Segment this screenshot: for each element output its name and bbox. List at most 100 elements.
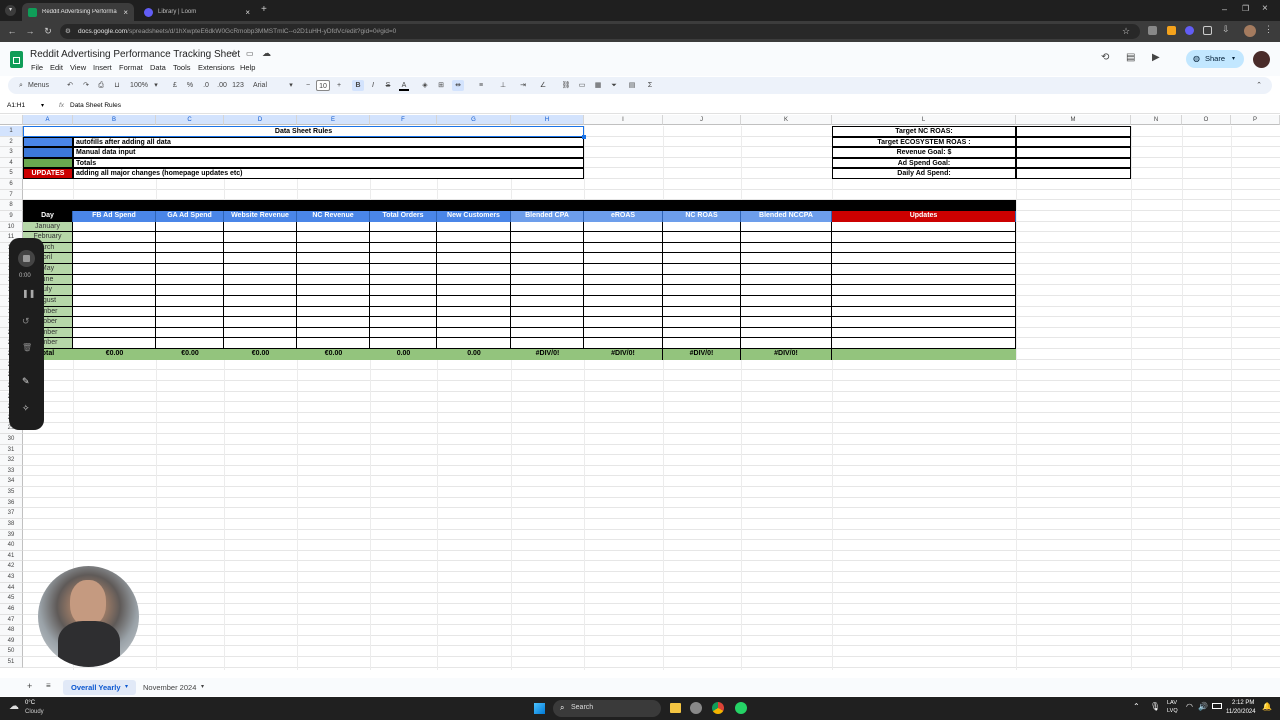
row-header-10[interactable]: 10: [0, 221, 23, 233]
month-cell[interactable]: January: [23, 221, 73, 233]
column-header-n[interactable]: N: [1131, 115, 1182, 125]
insert-comment-icon[interactable]: ▭: [577, 80, 587, 91]
insert-link-icon[interactable]: ⛓: [561, 80, 571, 91]
data-cell[interactable]: [511, 338, 584, 349]
chevron-down-icon[interactable]: ▾: [125, 683, 128, 690]
row-header-42[interactable]: 42: [0, 561, 23, 573]
data-cell[interactable]: [741, 274, 832, 286]
browser-menu-icon[interactable]: ▾: [5, 5, 16, 16]
back-icon[interactable]: ←: [6, 25, 18, 37]
filter-views-icon[interactable]: ▤: [625, 80, 639, 91]
data-cell[interactable]: [741, 285, 832, 296]
data-cell[interactable]: [584, 338, 663, 349]
new-tab-icon[interactable]: +: [261, 4, 267, 15]
data-cell[interactable]: [832, 285, 1016, 296]
filter-icon[interactable]: ⏷: [609, 80, 619, 91]
data-cell[interactable]: [156, 306, 224, 318]
data-cell[interactable]: [370, 274, 437, 286]
column-header-j[interactable]: J: [663, 115, 741, 125]
target-label[interactable]: Daily Ad Spend:: [832, 168, 1016, 180]
data-cell[interactable]: [663, 285, 741, 296]
column-header-e[interactable]: E: [297, 115, 370, 125]
data-cell[interactable]: [437, 306, 511, 318]
table-header-5[interactable]: Total Orders: [370, 210, 437, 222]
data-cell[interactable]: [437, 285, 511, 296]
data-cell[interactable]: [224, 253, 297, 265]
stop-recording-button[interactable]: [18, 250, 35, 267]
data-cell[interactable]: [370, 242, 437, 254]
data-cell[interactable]: [437, 232, 511, 243]
column-header-d[interactable]: D: [224, 115, 297, 125]
row-header-5[interactable]: 5: [0, 168, 23, 180]
data-cell[interactable]: [584, 264, 663, 275]
chevron-down-icon[interactable]: ▾: [152, 80, 160, 91]
percent-format-button[interactable]: %: [185, 80, 195, 91]
data-cell[interactable]: [584, 306, 663, 318]
totals-cell[interactable]: [832, 349, 1016, 360]
data-cell[interactable]: [437, 317, 511, 328]
target-label[interactable]: Revenue Goal: $: [832, 147, 1016, 158]
totals-cell[interactable]: €0.00: [224, 349, 297, 360]
table-header-9[interactable]: NC ROAS: [663, 210, 741, 222]
data-cell[interactable]: [370, 317, 437, 328]
data-cell[interactable]: [832, 295, 1016, 307]
data-cell[interactable]: [741, 242, 832, 254]
sheet-grid[interactable]: ABCDEFGHIJKLMNOP 12345678910111213141516…: [0, 114, 1280, 670]
sheet-tab-november-2024[interactable]: November 2024 ▾: [138, 680, 210, 695]
data-cell[interactable]: [832, 327, 1016, 339]
text-color-button[interactable]: A: [399, 80, 409, 91]
data-cell[interactable]: [832, 253, 1016, 265]
data-cell[interactable]: [224, 232, 297, 243]
rules-description[interactable]: Totals: [73, 157, 584, 169]
borders-icon[interactable]: ⊞: [436, 80, 446, 91]
data-cell[interactable]: [370, 338, 437, 349]
totals-cell[interactable]: €0.00: [73, 349, 156, 360]
column-header-i[interactable]: I: [584, 115, 663, 125]
data-cell[interactable]: [370, 253, 437, 265]
add-sheet-icon[interactable]: +: [27, 681, 32, 691]
star-icon[interactable]: ☆: [230, 48, 238, 59]
decrease-font-size-icon[interactable]: −: [304, 80, 312, 91]
version-history-icon[interactable]: ⟲: [1101, 52, 1109, 63]
search-menus-icon[interactable]: ⌕: [16, 80, 26, 91]
row-header-46[interactable]: 46: [0, 603, 23, 615]
totals-cell[interactable]: #DIV/0!: [511, 349, 584, 360]
decrease-decimal-button[interactable]: .0: [200, 80, 212, 91]
data-cell[interactable]: [224, 317, 297, 328]
data-cell[interactable]: [156, 295, 224, 307]
column-header-m[interactable]: M: [1016, 115, 1131, 125]
data-cell[interactable]: [156, 327, 224, 339]
column-header-p[interactable]: P: [1231, 115, 1280, 125]
row-header-35[interactable]: 35: [0, 487, 23, 498]
document-title[interactable]: Reddit Advertising Performance Tracking …: [30, 49, 240, 60]
sheets-logo-icon[interactable]: [10, 51, 23, 68]
totals-cell[interactable]: #DIV/0!: [584, 349, 663, 360]
lang-top[interactable]: LAV: [1167, 700, 1177, 706]
rules-color-swatch[interactable]: [23, 147, 73, 158]
row-header-36[interactable]: 36: [0, 497, 23, 509]
data-cell[interactable]: [73, 306, 156, 318]
menu-view[interactable]: View: [70, 63, 86, 72]
menu-tools[interactable]: Tools: [173, 63, 191, 72]
data-cell[interactable]: [511, 285, 584, 296]
tab-reddit-sheet[interactable]: Reddit Advertising Performance ×: [22, 3, 134, 21]
column-header-f[interactable]: F: [370, 115, 437, 125]
data-cell[interactable]: [437, 253, 511, 265]
trash-icon[interactable]: 🗑: [22, 343, 32, 352]
profile-avatar[interactable]: [1244, 25, 1256, 37]
data-cell[interactable]: [741, 264, 832, 275]
close-window-icon[interactable]: ×: [1262, 3, 1268, 14]
data-cell[interactable]: [832, 317, 1016, 328]
share-button[interactable]: ◍ Share ▾: [1186, 50, 1244, 68]
horizontal-align-icon[interactable]: ≡: [476, 80, 486, 91]
column-header-l[interactable]: L: [832, 115, 1016, 125]
chevron-down-icon[interactable]: ▾: [201, 683, 204, 690]
data-cell[interactable]: [297, 264, 370, 275]
name-box[interactable]: A1:H1: [7, 102, 25, 109]
totals-cell[interactable]: 0.00: [370, 349, 437, 360]
data-cell[interactable]: [511, 306, 584, 318]
magic-wand-icon[interactable]: ✧: [22, 403, 30, 414]
column-header-c[interactable]: C: [156, 115, 224, 125]
close-tab-icon[interactable]: ×: [117, 8, 128, 17]
data-cell[interactable]: [297, 253, 370, 265]
